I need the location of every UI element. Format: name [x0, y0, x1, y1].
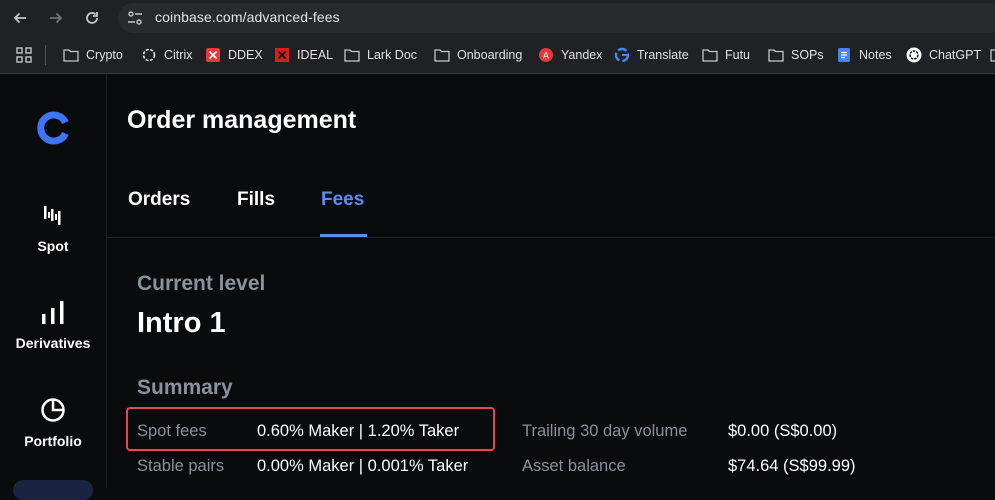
bookmark-label: Onboarding [457, 48, 523, 62]
current-level-value: Intro 1 [137, 307, 226, 339]
bookmark-ddex[interactable]: DDEX [205, 45, 263, 65]
asset-balance-value: $74.64 (S$99.99) [728, 457, 856, 475]
site-settings-icon[interactable] [126, 9, 144, 27]
back-icon[interactable] [9, 7, 31, 29]
url-text[interactable]: coinbase.com/advanced-fees [155, 9, 340, 25]
bookmark-crypto[interactable]: Crypto [63, 45, 123, 65]
pie-chart-icon [40, 397, 66, 423]
current-level-heading: Current level [137, 272, 266, 295]
folder-icon [344, 47, 360, 63]
stable-pairs-label: Stable pairs [137, 457, 225, 475]
tab-fills[interactable]: Fills [237, 189, 275, 211]
folder-icon [434, 47, 450, 63]
spot-fees-highlight-box [126, 407, 495, 451]
folder-icon [990, 47, 995, 63]
google-icon [614, 47, 630, 63]
bookmark-sops[interactable]: SOPs [768, 45, 824, 65]
tab-fees[interactable]: Fees [321, 189, 364, 211]
bookmark-label: IDEAL [297, 48, 334, 62]
bar-chart-icon [40, 299, 66, 325]
asset-balance-label: Asset balance [522, 457, 626, 475]
sidebar-item-derivatives[interactable]: Derivatives [0, 299, 106, 351]
bookmark-label: SOPs [791, 48, 824, 62]
sidebar-more-button[interactable] [13, 480, 93, 500]
bookmark-citrix[interactable]: Citrix [141, 45, 192, 65]
forward-icon[interactable] [45, 7, 67, 29]
sidebar-item-label: Portfolio [24, 433, 82, 449]
chatgpt-icon [906, 47, 922, 63]
sidebar-item-label: Derivatives [15, 335, 91, 351]
bookmark-futu[interactable]: Futu [702, 45, 750, 65]
reload-icon[interactable] [81, 7, 103, 29]
tab-orders[interactable]: Orders [128, 189, 190, 211]
ideal-icon [274, 47, 290, 63]
coinbase-logo-icon[interactable] [34, 108, 74, 148]
bookmark-chatgpt[interactable]: ChatGPT [906, 45, 981, 65]
svg-text:A: A [543, 52, 550, 62]
docs-icon [836, 47, 852, 63]
folder-icon [768, 47, 784, 63]
page-title: Order management [127, 106, 357, 134]
bookmark-yandex[interactable]: A Yandex [538, 45, 602, 65]
folder-icon [702, 47, 718, 63]
bookmark-label: Yandex [561, 48, 603, 62]
bookmarks-bar: Crypto Citrix DDEX IDEAL Lark Doc Onboar… [0, 36, 995, 74]
bookmark-ideal[interactable]: IDEAL [274, 45, 333, 65]
bookmark-label: Notes [859, 48, 892, 62]
bookmark-label: DDEX [228, 48, 263, 62]
summary-heading: Summary [137, 376, 233, 399]
trailing-volume-value: $0.00 (S$0.00) [728, 422, 838, 440]
bookmark-separator [45, 45, 46, 65]
bookmark-onboarding[interactable]: Onboarding [434, 45, 522, 65]
ddex-icon [205, 47, 221, 63]
stable-pairs-value: 0.00% Maker | 0.001% Taker [257, 457, 469, 475]
folder-icon [63, 47, 79, 63]
yandex-translate-icon: A [538, 47, 554, 63]
bookmark-label: Translate [637, 48, 689, 62]
candlestick-icon [41, 202, 65, 228]
bookmark-label: Citrix [164, 48, 193, 62]
bookmark-lark-doc[interactable]: Lark Doc [344, 45, 417, 65]
apps-grid-icon[interactable] [16, 47, 32, 63]
bookmark-overflow-folder[interactable] [990, 45, 995, 65]
trailing-volume-label: Trailing 30 day volume [522, 422, 688, 440]
sidebar-item-label: Spot [37, 238, 69, 254]
sidebar-item-spot[interactable]: Spot [0, 202, 106, 254]
bookmark-label: ChatGPT [929, 48, 982, 62]
bookmark-translate[interactable]: Translate [614, 45, 689, 65]
browser-toolbar: coinbase.com/advanced-fees [0, 0, 995, 36]
tabs-divider [107, 237, 995, 238]
bookmark-label: Lark Doc [367, 48, 418, 62]
sidebar-item-portfolio[interactable]: Portfolio [0, 397, 106, 449]
bookmark-notes[interactable]: Notes [836, 45, 892, 65]
bookmark-label: Futu [725, 48, 751, 62]
bookmark-label: Crypto [86, 48, 123, 62]
citrix-icon [141, 47, 157, 63]
